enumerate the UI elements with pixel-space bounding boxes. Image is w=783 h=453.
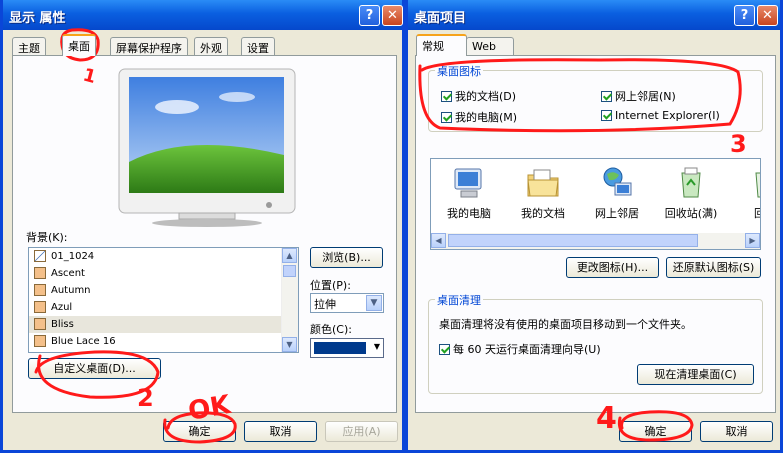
scroll-down-button[interactable]: ▼ (282, 337, 297, 352)
cleanup-now-button[interactable]: 现在清理桌面(C) (637, 364, 754, 385)
recycle-bin-icon (681, 167, 701, 198)
image-file-icon (34, 318, 46, 330)
display-properties-window: 显示 属性 ? ✕ 主题 桌面 屏幕保护程序 外观 设置 背景(K): 01_1… (0, 0, 405, 453)
background-list-item[interactable]: Azul (29, 299, 298, 316)
tab-web[interactable]: Web (466, 37, 514, 56)
background-list-item[interactable]: Autumn (29, 282, 298, 299)
chevron-down-icon[interactable]: ▼ (374, 342, 380, 351)
color-picker[interactable]: ▼ (310, 338, 384, 358)
background-label: 背景(K): (26, 231, 68, 244)
tab-settings[interactable]: 设置 (241, 37, 275, 56)
computer-icon (454, 168, 482, 198)
image-file-icon (34, 284, 46, 296)
title-bar[interactable]: 桌面项目 ? ✕ (408, 0, 780, 30)
title-bar[interactable]: 显示 属性 ? ✕ (3, 0, 403, 30)
desktop-tab-page: 背景(K): 01_1024 Ascent Autumn Azul Bliss Blue … (12, 55, 397, 413)
ok-button[interactable]: 确定 (163, 421, 236, 442)
position-label: 位置(P): (310, 279, 351, 292)
window-title: 显示 属性 (9, 11, 66, 26)
change-icon-button[interactable]: 更改图标(H)... (566, 257, 659, 278)
my-computer-checkbox[interactable]: 我的电脑(M) (441, 109, 517, 125)
folder-icon (527, 169, 559, 197)
monitor-preview (118, 68, 296, 227)
window-title: 桌面项目 (414, 11, 467, 26)
chevron-down-icon[interactable]: ▼ (366, 295, 382, 311)
tab-general[interactable]: 常规 (416, 34, 467, 56)
icon-label: 网上邻居 (595, 207, 639, 220)
tab-desktop[interactable]: 桌面 (62, 34, 96, 56)
checkbox-icon (601, 110, 612, 121)
scroll-left-button[interactable]: ◀ (431, 233, 446, 248)
tab-appearance[interactable]: 外观 (194, 37, 228, 56)
help-button[interactable]: ? (359, 5, 380, 26)
general-tab-page: 桌面图标 我的文档(D) 网上邻居(N) 我的电脑(M) Internet Ex… (415, 55, 776, 413)
none-icon (34, 250, 46, 262)
internet-explorer-checkbox[interactable]: Internet Explorer(I) (601, 109, 720, 122)
image-file-icon (34, 335, 46, 347)
close-button[interactable]: ✕ (757, 5, 778, 26)
help-button[interactable]: ? (734, 5, 755, 26)
cancel-button[interactable]: 取消 (700, 421, 773, 442)
icon-listview[interactable]: 我的电脑 我的文档 网上邻居 回收站(满) 回收 ◀ ▶ (430, 158, 761, 250)
background-list-item[interactable]: 01_1024 (29, 248, 298, 265)
scroll-right-button[interactable]: ▶ (745, 233, 760, 248)
cleanup-description: 桌面清理将没有使用的桌面项目移动到一个文件夹。 (439, 318, 692, 331)
checkbox-icon (441, 91, 452, 102)
my-computer-icon-item[interactable]: 我的电脑 (433, 165, 505, 221)
cleanup-checkbox[interactable]: 每 60 天运行桌面清理向导(U) (439, 341, 601, 357)
color-swatch (314, 342, 366, 354)
cancel-button[interactable]: 取消 (244, 421, 317, 442)
background-list-item[interactable]: Blue Lace 16 (29, 333, 298, 350)
desktop-icons-group: 桌面图标 我的文档(D) 网上邻居(N) 我的电脑(M) Internet Ex… (428, 63, 763, 132)
image-file-icon (34, 301, 46, 313)
checkbox-icon (601, 91, 612, 102)
horizontal-scrollbar[interactable]: ◀ ▶ (431, 233, 760, 249)
network-icon-item[interactable]: 网上邻居 (581, 165, 653, 221)
recycle-bin-empty-icon-item[interactable]: 回收 (729, 165, 760, 221)
image-file-icon (34, 267, 46, 279)
browse-button[interactable]: 浏览(B)... (310, 247, 383, 268)
my-documents-icon-item[interactable]: 我的文档 (507, 165, 579, 221)
scroll-up-button[interactable]: ▲ (282, 248, 297, 263)
customize-desktop-button[interactable]: 自定义桌面(D)... (28, 358, 161, 379)
tab-themes[interactable]: 主题 (12, 37, 46, 56)
close-button[interactable]: ✕ (382, 5, 403, 26)
color-label: 颜色(C): (310, 323, 352, 336)
position-select[interactable]: 拉伸 ▼ (310, 293, 384, 313)
recycle-bin-icon-item[interactable]: 回收站(满) (655, 165, 727, 221)
icon-label: 我的电脑 (447, 207, 491, 220)
icon-label: 回收 (754, 207, 760, 220)
icon-label: 回收站(满) (664, 207, 718, 220)
restore-default-button[interactable]: 还原默认图标(S) (666, 257, 761, 278)
apply-button[interactable]: 应用(A) (325, 421, 398, 442)
ok-button[interactable]: 确定 (619, 421, 692, 442)
background-list-item[interactable]: Ascent (29, 265, 298, 282)
checkbox-icon (441, 112, 452, 123)
scroll-thumb[interactable] (283, 265, 296, 277)
tab-screensaver[interactable]: 屏幕保护程序 (110, 37, 188, 56)
my-documents-checkbox[interactable]: 我的文档(D) (441, 88, 516, 104)
network-checkbox[interactable]: 网上邻居(N) (601, 88, 676, 104)
recycle-bin-icon (755, 172, 760, 198)
network-icon (603, 167, 632, 196)
group-title: 桌面图标 (435, 63, 483, 79)
group-title: 桌面清理 (435, 292, 483, 308)
checkbox-icon (439, 344, 450, 355)
position-value: 拉伸 (314, 298, 336, 311)
background-list-item[interactable]: Bliss (29, 316, 298, 333)
desktop-items-window: 桌面项目 ? ✕ 常规 Web 桌面图标 我的文档(D) 网上邻居(N) 我的电… (405, 0, 783, 453)
vertical-scrollbar[interactable]: ▲ ▼ (281, 248, 298, 352)
icon-label: 我的文档 (521, 207, 565, 220)
background-listbox[interactable]: 01_1024 Ascent Autumn Azul Bliss Blue Lace 16… (28, 247, 299, 353)
desktop-cleanup-group: 桌面清理 桌面清理将没有使用的桌面项目移动到一个文件夹。 每 60 天运行桌面清… (428, 292, 763, 394)
scroll-thumb[interactable] (448, 234, 698, 247)
